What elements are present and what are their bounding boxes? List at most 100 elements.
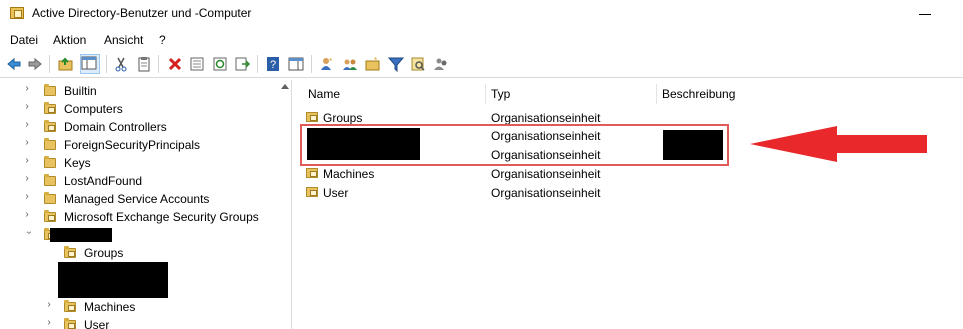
tree-item-label: Computers [64,102,123,116]
toolbar-divider [257,55,258,73]
ou-folder-icon [306,187,318,197]
console-tree-icon [81,56,97,70]
copy-icon[interactable] [136,56,152,72]
list-item-name: Machines [323,167,375,181]
window-title: Active Directory-Benutzer und -Computer [32,6,252,20]
expand-chevron-icon[interactable]: › [44,299,54,310]
list-item-name: Groups [323,111,363,125]
toolbar: ? * * [0,51,963,78]
folder-icon [64,300,76,312]
properties-icon[interactable] [189,56,205,72]
add-to-group-icon[interactable] [433,56,449,72]
svg-text:?: ? [270,59,276,71]
ad-app-icon [10,7,24,19]
folder-icon [44,156,56,168]
tree-item[interactable]: › Builtin [0,82,278,100]
list-item-name: User [323,186,349,200]
refresh-icon[interactable] [212,56,228,72]
tree-item-label: Builtin [64,84,97,98]
column-header-name[interactable]: Name [308,87,340,101]
tree-item[interactable]: › Keys [0,154,278,172]
scroll-up-arrow-icon[interactable] [280,82,290,92]
column-header-description[interactable]: Beschreibung [662,87,735,101]
list-item[interactable]: User Organisationseinheit [299,183,963,202]
tree-item-label: User [84,318,110,329]
minimize-button[interactable] [910,4,940,24]
tree-item[interactable]: › ForeignSecurityPrincipals [0,136,278,154]
tree-item-label: Keys [64,156,91,170]
up-folder-icon[interactable] [58,56,74,72]
highlight-box [300,124,729,166]
folder-icon [44,84,56,96]
tree-child-item[interactable]: › User [0,316,278,329]
folder-icon [44,120,56,132]
back-arrow-icon[interactable] [6,56,22,72]
folder-icon [64,318,76,329]
details-list: Name Typ Beschreibung Groups Organisation… [299,80,963,329]
svg-text:*: * [329,57,332,66]
show-pane-icon[interactable] [288,56,304,72]
filter-icon[interactable] [388,56,404,72]
tree-item[interactable]: › LostAndFound [0,172,278,190]
toolbar-divider [106,55,107,73]
show-console-tree-button[interactable] [80,54,100,74]
find-icon[interactable] [410,56,426,72]
menu-ansicht[interactable]: Ansicht [104,33,143,47]
menu-datei[interactable]: Datei [10,33,38,47]
column-divider[interactable] [656,84,657,104]
forward-arrow-icon[interactable] [27,56,43,72]
tree-child-item[interactable]: Groups [0,244,278,262]
annotation-arrow-icon [750,126,927,162]
folder-icon [44,192,56,204]
column-divider[interactable] [485,84,486,104]
list-item-type: Organisationseinheit [491,186,601,200]
tree-item-label: Domain Controllers [64,120,167,134]
help-icon[interactable]: ? [265,56,281,72]
tree-scrollbar[interactable] [278,80,291,329]
tree-item-expanded[interactable]: › [0,226,278,244]
export-list-icon[interactable] [234,56,250,72]
expand-chevron-icon[interactable]: › [44,317,54,328]
redacted-label [50,228,112,242]
title-bar: Active Directory-Benutzer und -Computer [0,0,963,30]
expand-chevron-icon[interactable]: › [22,137,32,148]
toolbar-divider [158,55,159,73]
delete-icon[interactable] [167,56,183,72]
cut-icon[interactable] [113,56,129,72]
new-user-icon[interactable]: * [319,56,335,72]
redacted-block [58,262,168,298]
list-item-type: Organisationseinheit [491,167,601,181]
svg-text:*: * [374,56,377,65]
collapse-chevron-icon[interactable]: › [24,228,35,238]
list-item[interactable]: Machines Organisationseinheit [299,164,963,183]
expand-chevron-icon[interactable]: › [22,83,32,94]
column-header-type[interactable]: Typ [491,87,510,101]
tree-child-item[interactable]: › Machines [0,298,278,316]
new-group-icon[interactable] [342,56,358,72]
expand-chevron-icon[interactable]: › [22,155,32,166]
toolbar-divider [311,55,312,73]
expand-chevron-icon[interactable]: › [22,209,32,220]
tree-item-label: Microsoft Exchange Security Groups [64,210,259,224]
new-ou-icon[interactable]: * [365,56,381,72]
folder-icon [44,138,56,150]
list-item-type: Organisationseinheit [491,111,601,125]
folder-icon [44,102,56,114]
tree-item[interactable]: › Microsoft Exchange Security Groups [0,208,278,226]
tree-item[interactable]: › Domain Controllers [0,118,278,136]
expand-chevron-icon[interactable]: › [22,119,32,130]
tree-item[interactable]: › Computers [0,100,278,118]
console-tree: › Builtin › Computers › Domain Controllers › Fo… [0,80,292,329]
tree-item-label: LostAndFound [64,174,143,188]
ou-folder-icon [306,168,318,178]
expand-chevron-icon[interactable]: › [22,191,32,202]
expand-chevron-icon[interactable]: › [22,101,32,112]
expand-chevron-icon[interactable]: › [22,173,32,184]
menu-aktion[interactable]: Aktion [53,33,86,47]
toolbar-divider [49,55,50,73]
ou-folder-icon [306,112,318,122]
menu-help[interactable]: ? [159,33,166,47]
menu-bar: Datei Aktion Ansicht ? [0,30,963,50]
tree-item[interactable]: › Managed Service Accounts [0,190,278,208]
tree-item-label: ForeignSecurityPrincipals [64,138,201,152]
